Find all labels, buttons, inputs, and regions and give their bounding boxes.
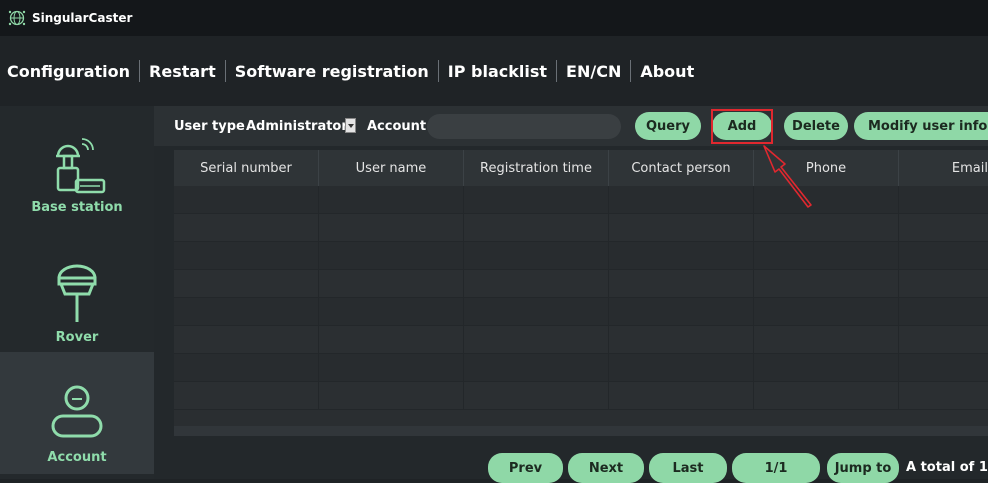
table-row[interactable] [174,242,988,270]
table-cell [609,242,754,269]
column-header-email[interactable]: Email [899,150,988,186]
menu-language[interactable]: EN/CN [557,62,630,81]
table-cell [319,186,464,213]
account-label: Account [367,119,427,134]
table-cell [464,298,609,325]
app-title: SingularCaster [32,11,133,25]
query-button[interactable]: Query [635,112,701,140]
column-header-serial-number[interactable]: Serial number [174,150,319,186]
menu-configuration[interactable]: Configuration [0,62,139,81]
table-cell [319,354,464,381]
table-cell [319,270,464,297]
table-cell [609,270,754,297]
column-header-phone[interactable]: Phone [754,150,899,186]
table-cell [174,242,319,269]
account-icon [51,385,103,438]
column-header-registration-time[interactable]: Registration time [464,150,609,186]
table-cell [464,270,609,297]
table-cell [174,298,319,325]
table-footer-strip [174,426,988,436]
table-row[interactable] [174,214,988,242]
table-cell [754,186,899,213]
table-cell [899,326,988,353]
main-menu: Configuration Restart Software registrat… [0,36,988,106]
table-body [174,186,988,410]
menu-about[interactable]: About [631,62,703,81]
sidebar: Base station Rover Account [0,106,154,479]
table-cell [899,354,988,381]
table-cell [754,242,899,269]
table-cell [319,298,464,325]
table-row[interactable] [174,382,988,410]
menu-software-registration[interactable]: Software registration [226,62,438,81]
table-cell [464,214,609,241]
table-cell [609,214,754,241]
sidebar-item-base-station[interactable]: Base station [0,106,154,230]
table-cell [899,214,988,241]
toolbar: User type Administrator Account Query Ad… [154,106,988,146]
total-pages-text: A total of 1 p [906,460,988,475]
account-input[interactable] [427,114,621,139]
table-cell [609,354,754,381]
table-cell [319,242,464,269]
add-highlight-box [711,109,773,144]
table-row[interactable] [174,186,988,214]
table-cell [754,326,899,353]
column-header-user-name[interactable]: User name [319,150,464,186]
sidebar-item-rover[interactable]: Rover [0,230,154,352]
table-cell [899,270,988,297]
table-cell [609,186,754,213]
rover-icon [57,264,97,322]
table-cell [464,186,609,213]
table-cell [464,242,609,269]
table-row[interactable] [174,270,988,298]
table-cell [899,382,988,409]
table-row[interactable] [174,326,988,354]
modify-user-info-button[interactable]: Modify user info [854,112,988,140]
table-cell [174,382,319,409]
user-type-label: User type [174,119,245,134]
table-cell [899,186,988,213]
table-cell [174,326,319,353]
table-header: Serial number User name Registration tim… [174,150,988,186]
table-cell [609,326,754,353]
user-type-value: Administrator [246,119,348,134]
table-cell [754,298,899,325]
sidebar-item-account[interactable]: Account [0,352,154,474]
table-cell [754,354,899,381]
table-cell [899,298,988,325]
table-cell [319,382,464,409]
menu-restart[interactable]: Restart [140,62,225,81]
table-cell [754,214,899,241]
table-cell [464,354,609,381]
table-cell [609,298,754,325]
sidebar-item-label: Account [47,450,107,465]
app-logo-icon [8,10,26,26]
table-cell [464,326,609,353]
column-header-contact-person[interactable]: Contact person [609,150,754,186]
user-table: Serial number User name Registration tim… [174,150,988,426]
table-cell [174,270,319,297]
base-station-icon [56,138,106,194]
table-row[interactable] [174,298,988,326]
delete-button[interactable]: Delete [784,112,848,140]
table-cell [754,382,899,409]
table-cell [174,186,319,213]
table-cell [754,270,899,297]
user-type-dropdown[interactable] [345,118,356,133]
menu-ip-blacklist[interactable]: IP blacklist [439,62,556,81]
table-row[interactable] [174,354,988,382]
table-cell [899,242,988,269]
table-cell [609,382,754,409]
sidebar-item-label: Base station [31,200,123,215]
table-cell [464,382,609,409]
title-bar: SingularCaster [0,0,988,36]
table-cell [174,214,319,241]
table-cell [319,326,464,353]
sidebar-item-label: Rover [55,330,99,345]
main-content: User type Administrator Account Query Ad… [154,106,988,483]
table-cell [174,354,319,381]
table-cell [319,214,464,241]
